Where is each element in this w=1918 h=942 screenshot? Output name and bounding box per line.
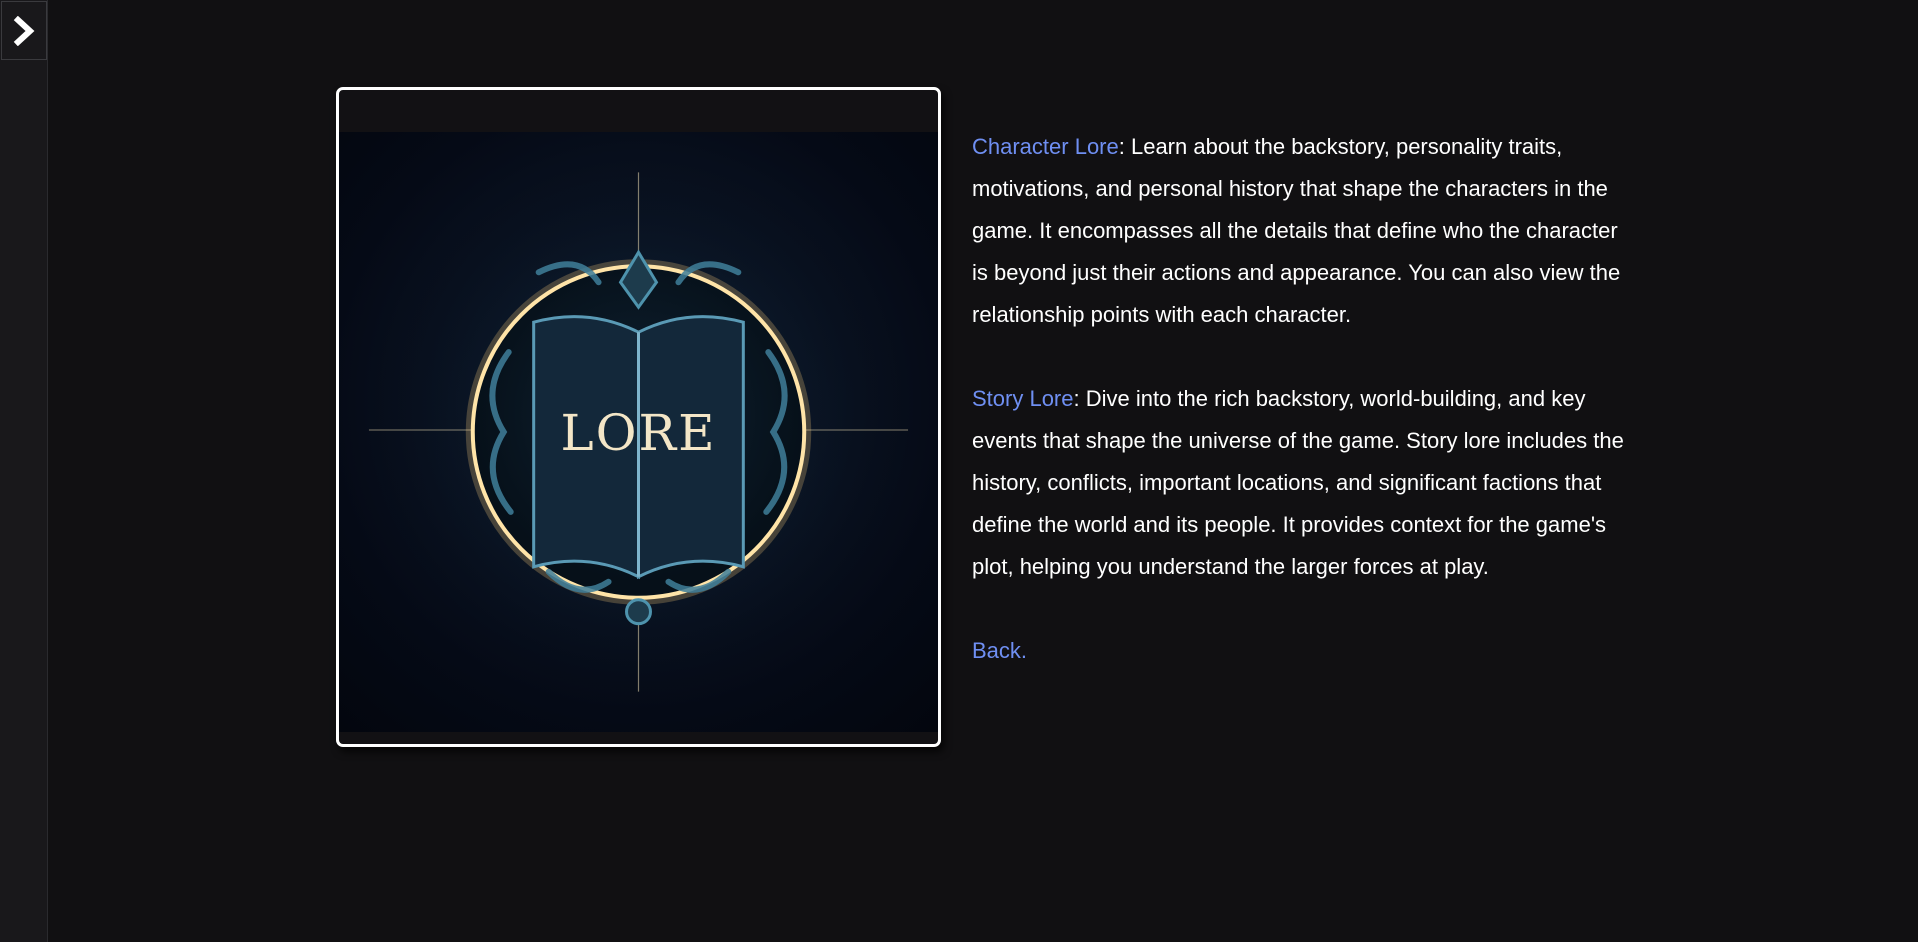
lore-emblem-title: LORE [560,404,716,462]
chevron-right-icon [13,15,35,46]
character-lore-link[interactable]: Character Lore [972,134,1119,159]
lore-image-frame: LORE [336,87,941,747]
story-lore-text: : Dive into the rich backstory, world-bu… [972,386,1624,579]
back-paragraph: Back. [972,630,1637,672]
lore-description: Character Lore: Learn about the backstor… [972,126,1637,714]
story-lore-paragraph: Story Lore: Dive into the rich backstory… [972,378,1637,588]
character-lore-text: : Learn about the backstory, personality… [972,134,1621,327]
sidebar-toggle-button[interactable] [1,1,47,60]
character-lore-paragraph: Character Lore: Learn about the backstor… [972,126,1637,336]
lore-book-emblem-icon: LORE [358,152,919,712]
back-link[interactable]: Back. [972,638,1027,663]
sidebar [0,0,48,942]
story-lore-link[interactable]: Story Lore [972,386,1074,411]
lore-image: LORE [339,132,938,732]
